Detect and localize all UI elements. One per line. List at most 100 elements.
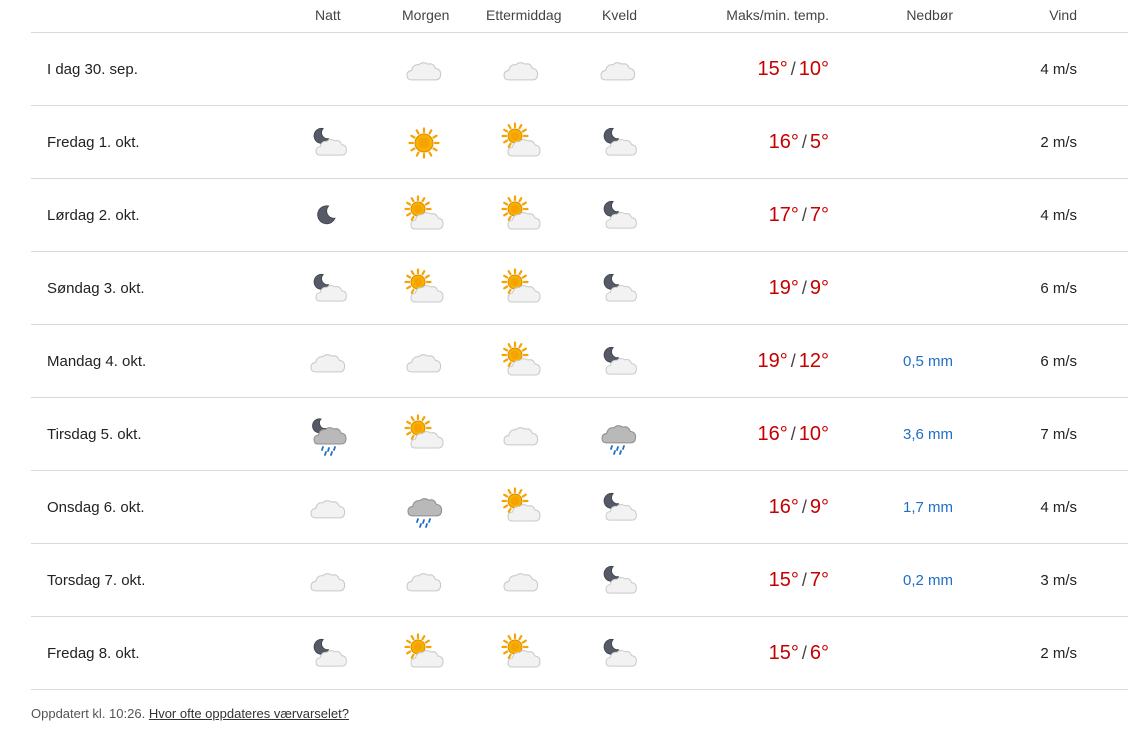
sun-cloud-icon [501, 487, 541, 529]
temp-separator: / [801, 205, 807, 225]
footer: Oppdatert kl. 10:26. Hvor ofte oppdatere… [31, 706, 349, 721]
header-kveld: Kveld [602, 7, 638, 23]
wind-speed: 4 m/s [1040, 207, 1077, 224]
wind-speed: 7 m/s [1040, 426, 1077, 443]
cloud-icon [501, 414, 541, 456]
rain-cloud-icon [404, 487, 444, 529]
temperature: 15°/10° [757, 58, 829, 81]
wind-speed: 2 m/s [1040, 134, 1077, 151]
min-temp: 10° [798, 58, 829, 80]
table-header: Natt Morgen Ettermiddag Kveld Maks/min. … [31, 0, 1128, 33]
moon-cloud-icon [598, 268, 638, 310]
max-temp: 15° [757, 58, 788, 80]
wind-speed: 3 m/s [1040, 572, 1077, 589]
moon-cloud-icon [598, 487, 638, 529]
sun-icon [404, 122, 444, 164]
update-frequency-link[interactable]: Hvor ofte oppdateres værvarselet? [149, 706, 349, 721]
temperature: 15°/6° [769, 642, 829, 665]
forecast-row[interactable]: Mandag 4. okt. 19°/12° 0,5 mm 6 m/s [31, 325, 1128, 398]
sun-cloud-icon [404, 633, 444, 675]
temperature: 16°/9° [769, 496, 829, 519]
forecast-row[interactable]: Onsdag 6. okt. 16°/9° 1,7 mm 4 m/s [31, 471, 1128, 544]
forecast-row[interactable]: Tirsdag 5. okt. 16°/10° 3,6 mm 7 m/s [31, 398, 1128, 471]
temp-separator: / [801, 132, 807, 152]
min-temp: 9° [809, 277, 829, 299]
min-temp: 9° [809, 496, 829, 518]
temperature: 15°/7° [769, 569, 829, 592]
header-natt: Natt [315, 7, 341, 23]
day-label: I dag 30. sep. [47, 61, 138, 78]
day-label: Fredag 1. okt. [47, 134, 140, 151]
sun-cloud-icon [501, 633, 541, 675]
day-label: Tirsdag 5. okt. [47, 426, 142, 443]
min-temp: 5° [809, 131, 829, 153]
cloud-icon [598, 49, 638, 91]
max-temp: 16° [757, 423, 788, 445]
day-label: Onsdag 6. okt. [47, 499, 145, 516]
forecast-row[interactable]: Torsdag 7. okt. 15°/7° 0,2 mm 3 m/s [31, 544, 1128, 617]
forecast-row[interactable]: Fredag 1. okt. 16°/5° 2 m/s [31, 106, 1128, 179]
temp-separator: / [790, 424, 796, 444]
empty-natt-cell [308, 49, 348, 91]
temperature: 17°/7° [769, 204, 829, 227]
wind-speed: 4 m/s [1040, 61, 1077, 78]
sun-cloud-icon [501, 122, 541, 164]
min-temp: 10° [798, 423, 829, 445]
forecast-row[interactable]: Lørdag 2. okt. 17°/7° 4 m/s [31, 179, 1128, 252]
max-temp: 15° [768, 642, 799, 664]
moon-cloud-icon [598, 122, 638, 164]
temp-separator: / [790, 351, 796, 371]
temp-separator: / [801, 570, 807, 590]
header-morgen: Morgen [402, 7, 450, 23]
forecast-row[interactable]: Fredag 8. okt. 15°/6° 2 m/s [31, 617, 1128, 690]
forecast-rows: I dag 30. sep. 15°/10° 4 m/s Fredag 1. okt… [31, 33, 1128, 690]
wind-speed: 6 m/s [1040, 280, 1077, 297]
min-temp: 12° [798, 350, 829, 372]
header-temp: Maks/min. temp. [726, 7, 829, 23]
day-label: Torsdag 7. okt. [47, 572, 146, 589]
max-temp: 19° [757, 350, 788, 372]
precipitation: 0,5 mm [902, 353, 953, 370]
min-temp: 7° [809, 204, 829, 226]
temperature: 19°/12° [757, 350, 829, 373]
wind-speed: 4 m/s [1040, 499, 1077, 516]
cloud-icon [308, 487, 348, 529]
moon-icon [308, 195, 348, 237]
min-temp: 6° [809, 642, 829, 664]
moon-cloud-icon [598, 341, 638, 383]
moon-cloud-icon [598, 195, 638, 237]
precipitation: 1,7 mm [902, 499, 953, 516]
sun-cloud-icon [501, 268, 541, 310]
day-label: Lørdag 2. okt. [47, 207, 140, 224]
min-temp: 7° [809, 569, 829, 591]
forecast-row[interactable]: Søndag 3. okt. 19°/9° 6 m/s [31, 252, 1128, 325]
temp-separator: / [801, 497, 807, 517]
precipitation: 3,6 mm [902, 426, 953, 443]
day-label: Fredag 8. okt. [47, 645, 140, 662]
moon-rain-cloud-icon [308, 414, 348, 456]
header-ettermiddag: Ettermiddag [486, 7, 562, 23]
sun-cloud-icon [404, 268, 444, 310]
day-label: Mandag 4. okt. [47, 353, 147, 370]
cloud-icon [308, 560, 348, 602]
sun-cloud-icon [501, 195, 541, 237]
cloud-icon [404, 49, 444, 91]
moon-cloud-icon [308, 122, 348, 164]
forecast-table: Natt Morgen Ettermiddag Kveld Maks/min. … [31, 0, 1128, 690]
header-nedbor: Nedbør [906, 7, 953, 23]
rain-cloud-icon [598, 414, 638, 456]
wind-speed: 2 m/s [1040, 645, 1077, 662]
moon-cloud-icon [598, 633, 638, 675]
temp-separator: / [790, 59, 796, 79]
forecast-row[interactable]: I dag 30. sep. 15°/10° 4 m/s [31, 33, 1128, 106]
moon-cloud-icon [308, 268, 348, 310]
max-temp: 16° [768, 496, 799, 518]
wind-speed: 6 m/s [1040, 353, 1077, 370]
temperature: 16°/10° [757, 423, 829, 446]
max-temp: 16° [768, 131, 799, 153]
sun-cloud-icon [501, 341, 541, 383]
max-temp: 19° [768, 277, 799, 299]
cloud-icon [501, 49, 541, 91]
max-temp: 15° [768, 569, 799, 591]
cloud-icon [308, 341, 348, 383]
